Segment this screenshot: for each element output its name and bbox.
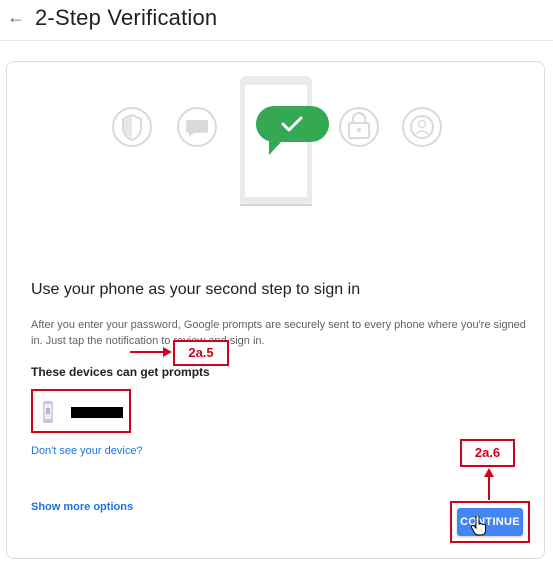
continue-button-highlight: CONTINUE [450,501,530,543]
hand-cursor-icon [471,516,486,536]
callout-2a5: 2a.5 [173,340,229,366]
annotation-arrows [130,347,494,500]
arrow-to-callout-2a6 [484,468,494,500]
continue-button[interactable]: CONTINUE [457,508,523,536]
callout-2a6: 2a.6 [460,439,515,467]
arrow-to-callout-2a5 [130,347,172,357]
